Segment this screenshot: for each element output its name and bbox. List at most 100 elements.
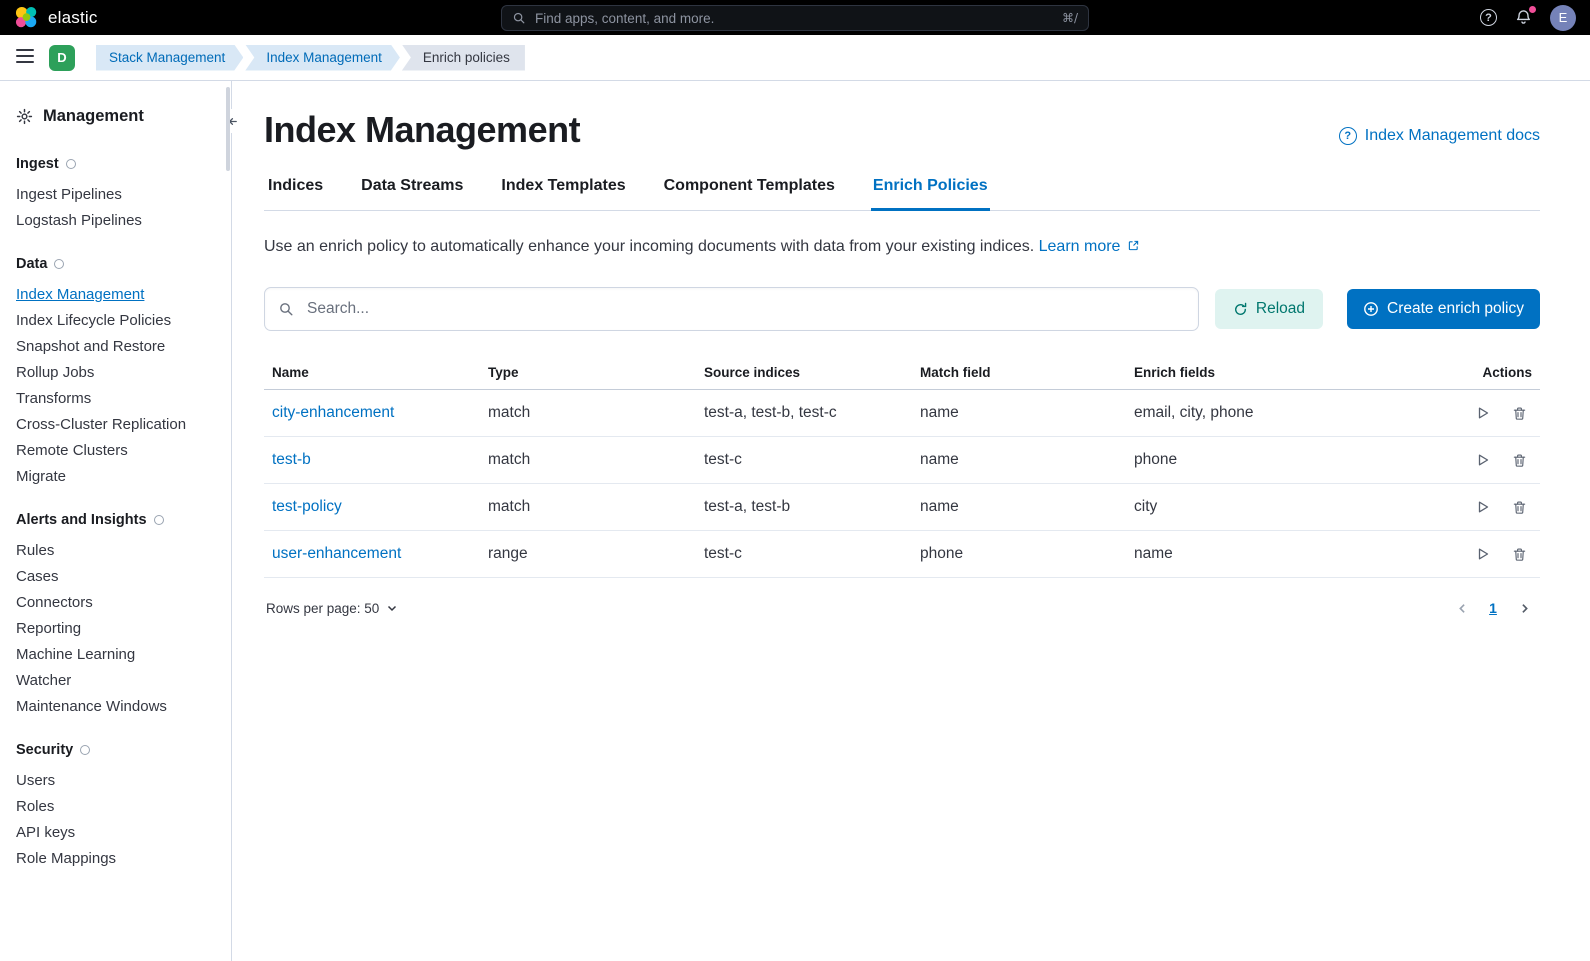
breadcrumb-stack-management[interactable]: Stack Management [96, 45, 243, 71]
sidebar-item-rollup-jobs[interactable]: Rollup Jobs [16, 359, 221, 385]
policy-link-city-enhancement[interactable]: city-enhancement [272, 404, 394, 421]
sidebar-heading-alerts-and-insights: Alerts and Insights [16, 512, 221, 528]
menu-button[interactable] [16, 49, 34, 66]
sidebar: Management Ingest Ingest PipelinesLogstas… [0, 81, 232, 961]
sidebar-scrollbar[interactable] [226, 87, 230, 171]
delete-policy-button[interactable] [1506, 400, 1532, 426]
sidebar-item-users[interactable]: Users [16, 767, 221, 793]
reload-button[interactable]: Reload [1215, 289, 1323, 329]
sidebar-item-role-mappings[interactable]: Role Mappings [16, 845, 221, 871]
sidebar-item-rules[interactable]: Rules [16, 537, 221, 563]
notifications-button[interactable] [1515, 9, 1532, 26]
previous-page-button[interactable] [1448, 594, 1476, 622]
space-badge[interactable]: D [49, 45, 75, 71]
tab-data-streams[interactable]: Data Streams [359, 169, 465, 211]
cell-enrich-fields: city [1126, 484, 1448, 531]
help-button[interactable]: ? [1480, 9, 1497, 26]
next-page-button[interactable] [1510, 594, 1538, 622]
section-info-icon [154, 515, 164, 525]
chevron-down-icon [386, 602, 398, 614]
table-controls: Reload Create enrich policy [264, 287, 1540, 331]
brand[interactable]: elastic [14, 5, 98, 30]
sidebar-item-reporting[interactable]: Reporting [16, 615, 221, 641]
policy-search-input[interactable] [264, 287, 1199, 331]
sidebar-item-connectors[interactable]: Connectors [16, 589, 221, 615]
breadcrumb-index-management[interactable]: Index Management [245, 45, 400, 71]
cell-type: match [480, 390, 696, 437]
sidebar-item-ingest-pipelines[interactable]: Ingest Pipelines [16, 181, 221, 207]
sidebar-item-index-lifecycle-policies[interactable]: Index Lifecycle Policies [16, 307, 221, 333]
cell-type: match [480, 437, 696, 484]
trash-icon [1512, 500, 1527, 515]
table-row: city-enhancement matchtest-a, test-b, tes… [264, 390, 1540, 437]
reload-label: Reload [1256, 300, 1305, 318]
docs-link[interactable]: ? Index Management docs [1339, 121, 1540, 151]
learn-more-label: Learn more [1039, 238, 1121, 255]
sidebar-section-security: SecurityUsersRolesAPI keysRole Mappings [16, 742, 221, 871]
page-title: Index Management [264, 109, 580, 151]
delete-policy-button[interactable] [1506, 494, 1532, 520]
sidebar-item-watcher[interactable]: Watcher [16, 667, 221, 693]
column-header-name: Name [264, 355, 480, 390]
rows-per-page-label: Rows per page: 50 [266, 601, 379, 616]
policy-link-test-b[interactable]: test-b [272, 451, 311, 468]
sidebar-item-migrate[interactable]: Migrate [16, 463, 221, 489]
sidebar-item-cross-cluster-replication[interactable]: Cross-Cluster Replication [16, 411, 221, 437]
search-icon [512, 11, 526, 25]
help-icon: ? [1480, 9, 1497, 26]
global-search-input[interactable] [535, 11, 1053, 26]
cell-name: test-policy [264, 484, 480, 531]
sidebar-section-ingest: Ingest Ingest PipelinesLogstash Pipelines [16, 156, 221, 233]
global-search[interactable]: ⌘/ [501, 5, 1089, 31]
create-label: Create enrich policy [1387, 300, 1524, 318]
section-info-icon [66, 159, 76, 169]
delete-policy-button[interactable] [1506, 447, 1532, 473]
sidebar-item-transforms[interactable]: Transforms [16, 385, 221, 411]
tab-bar: Indices Data Streams Index Templates Compon… [264, 169, 1540, 211]
sidebar-item-api-keys[interactable]: API keys [16, 819, 221, 845]
sidebar-item-snapshot-and-restore[interactable]: Snapshot and Restore [16, 333, 221, 359]
cell-match-field: name [912, 437, 1126, 484]
table-row: test-policymatchtest-a, test-bnamecity [264, 484, 1540, 531]
page-number[interactable]: 1 [1480, 600, 1506, 616]
table-row: user-enhancementrangetest-cphonename [264, 531, 1540, 578]
section-info-icon [54, 259, 64, 269]
sidebar-item-logstash-pipelines[interactable]: Logstash Pipelines [16, 207, 221, 233]
sidebar-heading-ingest: Ingest [16, 156, 221, 172]
execute-policy-button[interactable] [1470, 447, 1496, 473]
cell-source-indices: test-a, test-b, test-c [696, 390, 912, 437]
learn-more-link[interactable]: Learn more [1039, 238, 1139, 255]
policy-link-user-enhancement[interactable]: user-enhancement [272, 545, 401, 562]
sidebar-item-cases[interactable]: Cases [16, 563, 221, 589]
tab-enrich-policies[interactable]: Enrich Policies [871, 169, 990, 211]
tab-index-templates[interactable]: Index Templates [499, 169, 627, 211]
execute-policy-button[interactable] [1470, 494, 1496, 520]
column-header-enrich-fields: Enrich fields [1126, 355, 1448, 390]
sidebar-item-remote-clusters[interactable]: Remote Clusters [16, 437, 221, 463]
sidebar-item-maintenance-windows[interactable]: Maintenance Windows [16, 693, 221, 719]
description: Use an enrich policy to automatically en… [264, 235, 1540, 259]
user-avatar[interactable]: E [1550, 5, 1576, 31]
breadcrumb-bar: D Stack ManagementIndex ManagementEnrich… [0, 35, 1590, 81]
cell-match-field: name [912, 390, 1126, 437]
rows-per-page-button[interactable]: Rows per page: 50 [266, 601, 398, 616]
create-enrich-policy-button[interactable]: Create enrich policy [1347, 289, 1540, 329]
sidebar-item-index-management[interactable]: Index Management [16, 281, 221, 307]
docs-link-label: Index Management docs [1365, 127, 1540, 145]
column-header-type: Type [480, 355, 696, 390]
sidebar-title: Management [43, 107, 144, 126]
tab-indices[interactable]: Indices [266, 169, 325, 211]
top-header: elastic ⌘/ ? E [0, 0, 1590, 35]
collapse-sidebar-button[interactable] [218, 109, 244, 133]
cell-name: user-enhancement [264, 531, 480, 578]
tab-component-templates[interactable]: Component Templates [662, 169, 837, 211]
keyboard-shortcut: ⌘/ [1062, 11, 1078, 25]
policy-link-test-policy[interactable]: test-policy [272, 498, 342, 515]
execute-policy-button[interactable] [1470, 400, 1496, 426]
execute-policy-button[interactable] [1470, 541, 1496, 567]
table-header-row: NameTypeSource indicesMatch fieldEnrich … [264, 355, 1540, 390]
sidebar-item-machine-learning[interactable]: Machine Learning [16, 641, 221, 667]
delete-policy-button[interactable] [1506, 541, 1532, 567]
sidebar-item-roles[interactable]: Roles [16, 793, 221, 819]
table-footer: Rows per page: 50 1 [264, 594, 1540, 622]
